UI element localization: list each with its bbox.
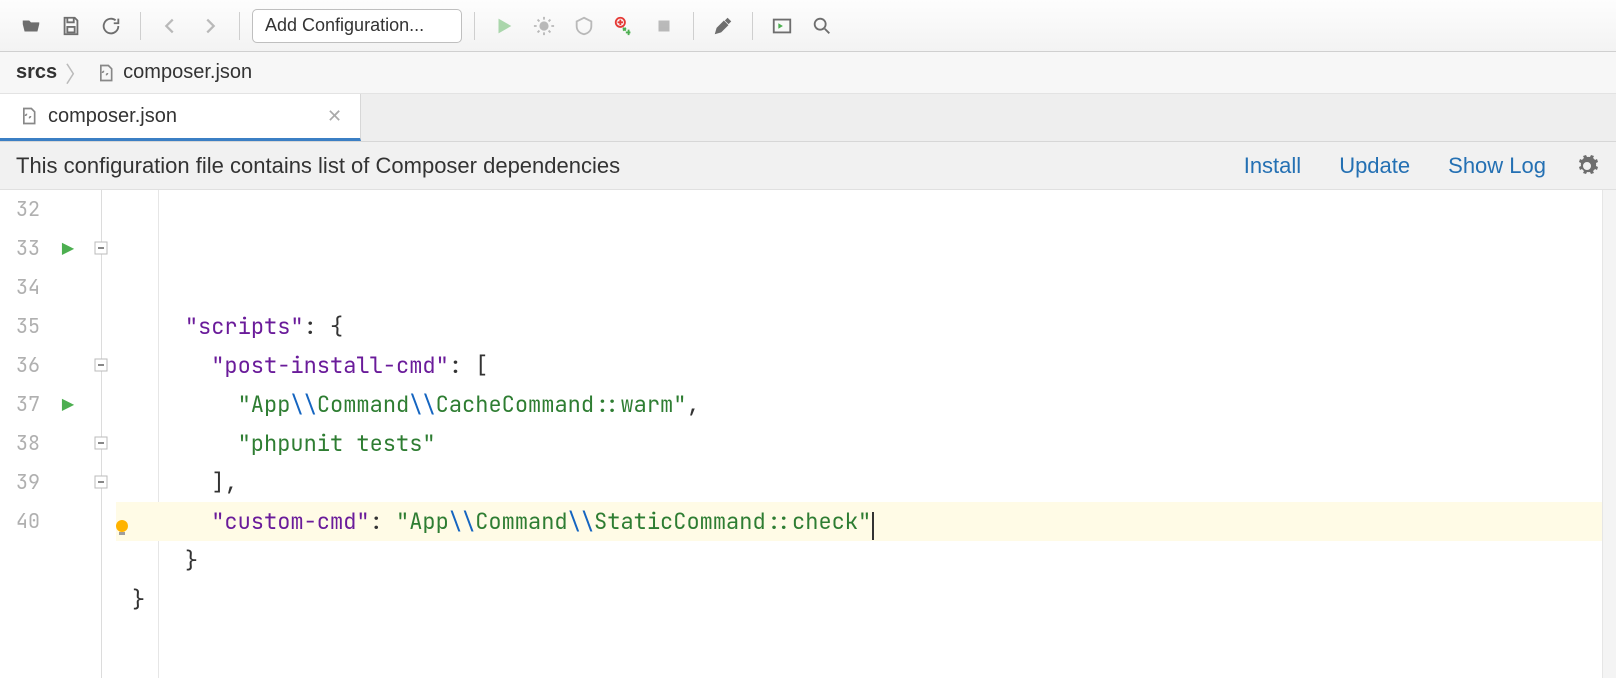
code-line[interactable]: "custom-cmd": "App\\Command\\StaticComma… (116, 502, 1602, 541)
toolbar-separator (693, 12, 694, 40)
banner-show-log-link[interactable]: Show Log (1448, 153, 1546, 179)
line-number: 37 (0, 385, 40, 424)
open-icon[interactable] (14, 9, 48, 43)
save-all-icon[interactable] (54, 9, 88, 43)
run-icon[interactable] (487, 9, 521, 43)
run-line-icon[interactable]: ▶ (62, 396, 74, 413)
code-line[interactable]: "post-install-cmd": [ (116, 346, 1602, 385)
toolbar-separator (239, 12, 240, 40)
toolbar-separator (474, 12, 475, 40)
vertical-scrollbar[interactable] (1602, 190, 1616, 678)
toolbar-separator (752, 12, 753, 40)
search-everywhere-icon[interactable] (805, 9, 839, 43)
intention-bulb-icon[interactable] (112, 511, 132, 531)
debug-icon[interactable] (527, 9, 561, 43)
banner-update-link[interactable]: Update (1339, 153, 1410, 179)
code-line[interactable]: } (116, 541, 1602, 580)
run-gutter: ▶▶ (48, 190, 88, 678)
breadcrumb-file[interactable]: composer.json (123, 61, 252, 84)
line-number: 38 (0, 424, 40, 463)
code-line[interactable] (116, 619, 1602, 658)
banner-install-link[interactable]: Install (1244, 153, 1301, 179)
fold-close-icon[interactable] (94, 358, 108, 372)
line-number: 33 (0, 229, 40, 268)
code-area[interactable]: "scripts": { "post-install-cmd": [ "App\… (116, 190, 1602, 678)
run-anything-icon[interactable] (765, 9, 799, 43)
line-number: 39 (0, 463, 40, 502)
banner-message: This configuration file contains list of… (16, 153, 620, 179)
breadcrumb-root[interactable]: srcs (16, 61, 57, 84)
run-configuration-selector[interactable]: Add Configuration... (252, 9, 462, 43)
editor-tabs: composer.json ✕ (0, 94, 1616, 142)
breadcrumb: srcs 〉 composer.json (0, 52, 1616, 94)
code-line[interactable]: "phpunit tests" (116, 424, 1602, 463)
line-number: 32 (0, 190, 40, 229)
json-file-icon (95, 63, 115, 83)
profiler-icon[interactable] (607, 9, 641, 43)
fold-open-icon[interactable] (94, 241, 108, 255)
line-number-gutter: 323334353637383940 (0, 190, 48, 678)
line-number: 40 (0, 502, 40, 541)
json-file-icon (18, 106, 38, 126)
text-caret (872, 512, 874, 540)
code-editor[interactable]: 323334353637383940 ▶▶ "scripts": { "post… (0, 190, 1616, 678)
run-line-icon[interactable]: ▶ (62, 240, 74, 257)
close-tab-icon[interactable]: ✕ (327, 106, 342, 127)
fold-close-icon[interactable] (94, 436, 108, 450)
back-icon[interactable] (153, 9, 187, 43)
forward-icon[interactable] (193, 9, 227, 43)
line-number: 36 (0, 346, 40, 385)
toolbar-separator (140, 12, 141, 40)
line-number: 34 (0, 268, 40, 307)
tab-composer-json[interactable]: composer.json ✕ (0, 94, 361, 141)
build-icon[interactable] (706, 9, 740, 43)
code-line[interactable]: ], (116, 463, 1602, 502)
stop-icon[interactable] (647, 9, 681, 43)
code-line[interactable]: "scripts": { (116, 307, 1602, 346)
tab-label: composer.json (48, 105, 177, 128)
composer-banner: This configuration file contains list of… (0, 142, 1616, 190)
fold-gutter (88, 190, 116, 678)
run-configuration-label: Add Configuration... (265, 15, 424, 36)
main-toolbar: Add Configuration... (0, 0, 1616, 52)
gear-icon[interactable] (1574, 153, 1600, 179)
line-number: 35 (0, 307, 40, 346)
code-line[interactable]: } (116, 580, 1602, 619)
chevron-right-icon: 〉 (65, 57, 87, 89)
fold-close-icon[interactable] (94, 475, 108, 489)
refresh-icon[interactable] (94, 9, 128, 43)
code-line[interactable]: "App\\Command\\CacheCommand::warm", (116, 385, 1602, 424)
coverage-icon[interactable] (567, 9, 601, 43)
